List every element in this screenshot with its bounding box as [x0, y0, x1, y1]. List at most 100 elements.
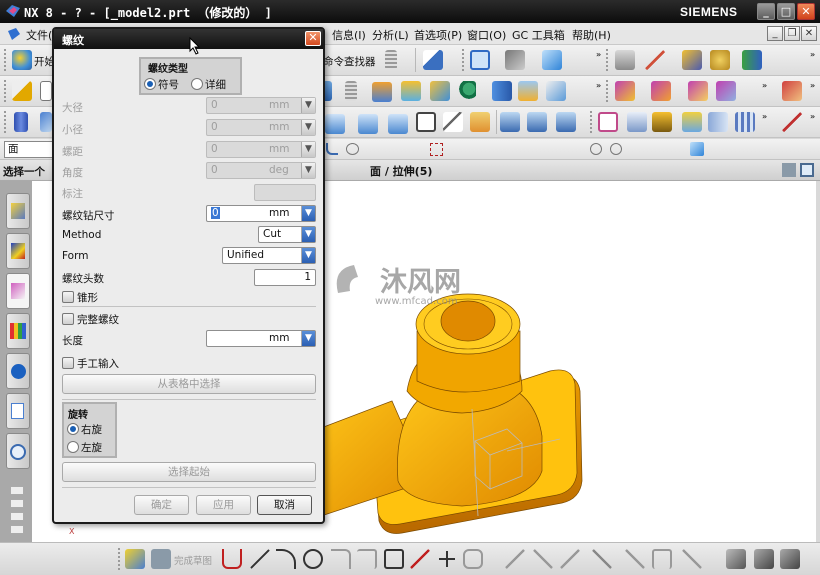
part-navigator-tab[interactable] [6, 273, 30, 309]
dialog-close-button[interactable]: ✕ [305, 31, 321, 46]
angle-input[interactable]: 0 deg ▼ [206, 162, 316, 179]
hole-icon[interactable] [388, 114, 408, 134]
form-select[interactable]: Unified ▼ [222, 247, 316, 264]
toolbar-overflow[interactable]: » [762, 81, 767, 90]
alternate-solution-icon[interactable] [780, 549, 800, 569]
fillet-icon[interactable] [331, 549, 351, 569]
quick-extend-icon[interactable] [533, 549, 553, 569]
scroll-down-button[interactable] [10, 512, 24, 521]
chamfer-sketch-icon[interactable] [357, 549, 377, 569]
toolbar-grip[interactable] [118, 548, 121, 570]
studio-spline-icon[interactable] [410, 549, 430, 569]
menu-analysis[interactable]: 分析(L) [372, 27, 409, 43]
extrude-icon[interactable] [325, 114, 345, 134]
drill-size-input[interactable]: 0 mm ▼ [206, 205, 316, 222]
method-select[interactable]: Cut ▼ [258, 226, 316, 243]
pitch-menu-icon[interactable]: ▼ [301, 142, 315, 157]
mirror-curve-icon[interactable] [592, 549, 612, 569]
finish-sketch-label[interactable]: 完成草图 [174, 553, 212, 567]
render-style-icon[interactable] [505, 50, 525, 70]
choose-from-table-button[interactable]: 从表格中选择 [62, 374, 316, 394]
toolbar-overflow[interactable]: » [762, 112, 767, 121]
method-dropdown-icon[interactable]: ▼ [301, 227, 315, 242]
object-display-icon[interactable] [682, 50, 702, 70]
drill-size-menu-icon[interactable]: ▼ [301, 206, 315, 221]
bounded-plane-icon[interactable] [598, 112, 618, 132]
synchronous-move-face-icon[interactable] [615, 81, 635, 101]
assembly-navigator-tab[interactable] [6, 193, 30, 229]
pitch-input[interactable]: 0 mm ▼ [206, 141, 316, 158]
fit-view-icon[interactable] [470, 50, 490, 70]
quick-trim-icon[interactable] [505, 549, 525, 569]
toolbar-grip[interactable] [4, 80, 7, 102]
boss-icon[interactable] [401, 81, 421, 101]
pull-face-icon[interactable] [651, 81, 671, 101]
scroll-bottom-button[interactable] [10, 525, 24, 534]
form-dropdown-icon[interactable]: ▼ [301, 248, 315, 263]
wcs-icon[interactable] [645, 50, 665, 70]
line-icon[interactable] [782, 112, 802, 132]
view-cube-icon[interactable] [690, 142, 704, 156]
window-maximize-button[interactable]: □ [777, 3, 795, 20]
datum-plane-icon[interactable] [416, 112, 436, 132]
arc-icon[interactable] [276, 549, 296, 569]
finish-sketch-icon[interactable] [151, 549, 171, 569]
zoom-icon[interactable] [346, 143, 359, 155]
toolbar-grip[interactable] [606, 80, 609, 102]
full-thread-label[interactable]: 完整螺纹 [77, 312, 119, 327]
swept-icon[interactable] [500, 112, 520, 132]
web-browser-tab[interactable] [6, 353, 30, 389]
rectangle-select-icon[interactable] [430, 143, 443, 156]
radio-detailed[interactable] [191, 78, 203, 90]
circle-icon[interactable] [303, 549, 323, 569]
toolbar-overflow[interactable]: » [810, 81, 815, 90]
animate-dimension-icon[interactable] [754, 549, 774, 569]
toolbar-overflow[interactable]: » [810, 112, 815, 121]
major-diameter-menu-icon[interactable]: ▼ [301, 98, 315, 113]
window-minimize-button[interactable]: _ [757, 3, 775, 20]
menu-window[interactable]: 窗口(O) [467, 27, 506, 43]
toolbar-grip[interactable] [462, 49, 465, 71]
toolbar-overflow[interactable]: » [596, 81, 601, 90]
tapered-checkbox[interactable] [62, 291, 74, 303]
sketch-task-icon[interactable] [125, 549, 145, 569]
pattern-icon[interactable] [430, 81, 450, 101]
menu-info[interactable]: 信息(I) [332, 27, 366, 43]
menu-gc-toolbox[interactable]: GC 工具箱 [512, 27, 565, 43]
menu-preferences[interactable]: 首选项(P) [414, 27, 462, 43]
measure-icon[interactable] [40, 112, 52, 132]
radio-detailed-label[interactable]: 详细 [205, 77, 226, 92]
snap-center-icon[interactable] [590, 143, 602, 155]
point-icon[interactable] [437, 549, 457, 569]
ok-button[interactable]: 确定 [134, 495, 189, 515]
cancel-button[interactable]: 取消 [257, 495, 312, 515]
toolbar-grip[interactable] [4, 49, 7, 71]
length-menu-icon[interactable]: ▼ [301, 331, 315, 346]
mdi-minimize-button[interactable]: _ [767, 26, 783, 41]
window-close-button[interactable]: ✕ [797, 3, 815, 20]
info-icon[interactable] [423, 50, 443, 70]
view-orientation-icon[interactable] [542, 50, 562, 70]
manual-input-label[interactable]: 手工输入 [77, 356, 119, 371]
radio-symbolic-label[interactable]: 符号 [158, 77, 179, 92]
radio-left-hand-label[interactable]: 左旋 [81, 440, 102, 455]
mdi-restore-button[interactable]: ❐ [784, 26, 800, 41]
full-thread-checkbox[interactable] [62, 313, 74, 325]
datum-axis-icon[interactable] [443, 112, 463, 132]
radio-left-hand[interactable] [67, 441, 79, 453]
reuse-library-tab[interactable] [6, 313, 30, 349]
start-icon[interactable] [12, 50, 32, 70]
major-diameter-input[interactable]: 0 mm ▼ [206, 97, 316, 114]
angle-menu-icon[interactable]: ▼ [301, 163, 315, 178]
profile-icon[interactable] [222, 549, 242, 569]
show-hide-icon[interactable] [742, 50, 762, 70]
unite-icon[interactable] [456, 81, 476, 101]
datum-csys-icon[interactable] [470, 112, 490, 132]
sketch-in-task-icon[interactable] [40, 81, 52, 101]
chamfer-icon[interactable] [546, 81, 566, 101]
surface-icon[interactable] [782, 81, 802, 101]
radio-right-hand-label[interactable]: 右旋 [81, 422, 102, 437]
sketch-icon[interactable] [12, 81, 32, 101]
scroll-up-button[interactable] [10, 499, 24, 508]
toolbar-grip[interactable] [606, 49, 609, 71]
